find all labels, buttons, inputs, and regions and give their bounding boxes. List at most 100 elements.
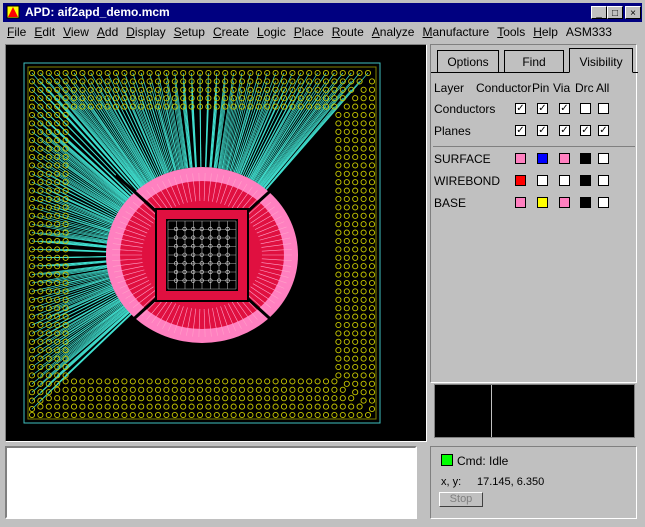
- visibility-checkbox[interactable]: ✓: [559, 125, 570, 136]
- layer-color-swatch[interactable]: [537, 175, 548, 186]
- menu-logic[interactable]: Logic: [253, 23, 290, 41]
- pad: [222, 386, 229, 393]
- pad: [343, 279, 350, 287]
- menu-tools[interactable]: Tools: [493, 23, 529, 41]
- pad: [360, 263, 367, 270]
- visibility-checkbox[interactable]: ✓: [537, 103, 548, 114]
- pad: [28, 221, 36, 228]
- visibility-checkbox[interactable]: ✓: [515, 125, 526, 136]
- pad: [163, 395, 170, 402]
- title-bar[interactable]: APD: aif2apd_demo.mcm _ □ ×: [3, 3, 642, 22]
- visibility-checkbox[interactable]: ✓: [598, 125, 609, 136]
- pad: [154, 378, 162, 385]
- pad: [343, 179, 350, 186]
- menu-create[interactable]: Create: [209, 23, 253, 41]
- visibility-row-label: Conductors: [434, 102, 496, 116]
- layer-all-checkbox[interactable]: [598, 153, 609, 164]
- visibility-checkbox[interactable]: ✓: [515, 103, 526, 114]
- layer-color-swatch[interactable]: [559, 153, 570, 164]
- menu-display[interactable]: Display: [122, 23, 169, 41]
- pad: [368, 95, 376, 102]
- visibility-checkbox[interactable]: ✓: [559, 103, 570, 114]
- pad: [171, 403, 178, 410]
- pad: [368, 397, 376, 404]
- pad: [368, 128, 376, 135]
- pad: [205, 411, 212, 419]
- menu-accelerator: V: [63, 25, 71, 39]
- layer-color-swatch[interactable]: [515, 153, 526, 164]
- pad: [54, 411, 61, 419]
- layer-all-checkbox[interactable]: [598, 197, 609, 208]
- menu-place[interactable]: Place: [290, 23, 328, 41]
- pad: [368, 330, 376, 337]
- pad: [171, 386, 178, 393]
- stop-button[interactable]: Stop: [439, 492, 483, 507]
- pad: [368, 229, 376, 236]
- maximize-button[interactable]: □: [607, 6, 623, 19]
- package-layout[interactable]: [6, 45, 426, 441]
- layer-color-swatch[interactable]: [580, 175, 591, 186]
- pad: [352, 137, 359, 144]
- minimize-button[interactable]: _: [591, 6, 607, 19]
- pad: [352, 288, 359, 295]
- pad: [352, 204, 359, 211]
- pad: [238, 403, 246, 410]
- menu-view[interactable]: View: [59, 23, 93, 41]
- layer-color-swatch[interactable]: [537, 197, 548, 208]
- layer-color-swatch[interactable]: [537, 153, 548, 164]
- layer-color-swatch[interactable]: [515, 197, 526, 208]
- pad: [368, 86, 376, 93]
- pad: [255, 395, 262, 402]
- menu-add[interactable]: Add: [93, 23, 122, 41]
- pad: [37, 179, 44, 186]
- visibility-checkbox[interactable]: [580, 103, 591, 114]
- tab-options[interactable]: Options: [437, 50, 499, 72]
- pad: [129, 395, 136, 402]
- command-console[interactable]: [5, 446, 417, 519]
- layer-color-swatch[interactable]: [580, 153, 591, 164]
- pad: [335, 263, 342, 270]
- visibility-checkbox[interactable]: ✓: [537, 125, 548, 136]
- pad: [360, 120, 367, 127]
- pad: [360, 237, 367, 245]
- pad: [335, 288, 342, 295]
- visibility-checkbox[interactable]: [598, 103, 609, 114]
- close-button[interactable]: ×: [625, 6, 641, 19]
- layer-all-checkbox[interactable]: [598, 175, 609, 186]
- visibility-checkbox[interactable]: ✓: [580, 125, 591, 136]
- pad: [343, 212, 350, 219]
- pad: [335, 237, 342, 245]
- pad: [272, 378, 279, 385]
- menu-analyze[interactable]: Analyze: [368, 23, 419, 41]
- menu-route[interactable]: Route: [328, 23, 368, 41]
- pad: [112, 411, 120, 419]
- layer-color-swatch[interactable]: [515, 175, 526, 186]
- design-canvas[interactable]: [5, 44, 427, 442]
- tab-visibility[interactable]: Visibility: [569, 48, 633, 73]
- pad: [352, 221, 359, 228]
- pad: [154, 395, 162, 402]
- menu-file[interactable]: File: [3, 23, 30, 41]
- pad: [180, 386, 187, 393]
- pad: [37, 411, 44, 419]
- pad: [352, 179, 359, 186]
- pad: [230, 386, 237, 393]
- tab-find[interactable]: Find: [504, 50, 564, 72]
- layer-color-swatch[interactable]: [580, 197, 591, 208]
- pad: [272, 403, 279, 410]
- pad: [335, 271, 342, 278]
- pad: [37, 162, 44, 169]
- layer-color-swatch[interactable]: [559, 197, 570, 208]
- pad: [180, 395, 187, 402]
- menu-help[interactable]: Help: [529, 23, 562, 41]
- menu-setup[interactable]: Setup: [170, 23, 209, 41]
- pad: [360, 363, 367, 371]
- layer-color-swatch[interactable]: [559, 175, 570, 186]
- menu-asm333[interactable]: ASM333: [562, 23, 616, 41]
- pad: [335, 305, 342, 312]
- pad: [335, 212, 342, 219]
- menu-edit[interactable]: Edit: [30, 23, 59, 41]
- world-view[interactable]: [434, 384, 635, 438]
- menu-manufacture[interactable]: Manufacture: [418, 23, 493, 41]
- pad: [306, 411, 313, 419]
